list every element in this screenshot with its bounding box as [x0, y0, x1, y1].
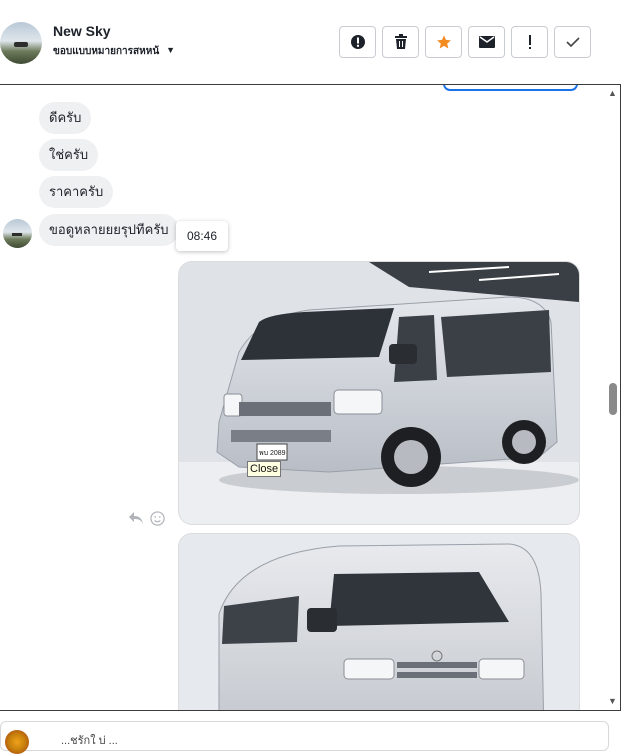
- trash-icon: [394, 34, 407, 49]
- van-photo: พบ 2089: [179, 262, 579, 524]
- mail-button[interactable]: [468, 26, 505, 58]
- contact-avatar[interactable]: [0, 22, 42, 64]
- previous-item-outline: [443, 85, 578, 91]
- message-bubble[interactable]: ขอดูหลายยยรุปทีครับ: [39, 214, 179, 246]
- van-photo: [179, 534, 579, 710]
- conversation-header: New Sky ขอบแบบหมายการสหหน้ ▼: [0, 0, 625, 84]
- conversation-toolbar: [339, 26, 592, 58]
- message-bubble[interactable]: ดีครับ: [39, 102, 92, 134]
- license-plate-text: พบ 2089: [259, 450, 286, 457]
- page-avatar: [5, 730, 29, 754]
- star-button[interactable]: [425, 26, 462, 58]
- contact-status-dropdown[interactable]: ขอบแบบหมายการสหหน้ ▼: [53, 44, 175, 59]
- contact-name[interactable]: New Sky: [53, 23, 111, 39]
- emoji-icon[interactable]: [150, 511, 165, 526]
- message-actions: [128, 511, 165, 526]
- alert-circle-icon: [350, 35, 365, 49]
- scrollbar-thumb[interactable]: [609, 383, 617, 415]
- alert-circle-button[interactable]: [339, 26, 376, 58]
- message-bubble[interactable]: ใช่ครับ: [39, 139, 99, 171]
- message-bubble[interactable]: ราคาครับ: [39, 176, 114, 208]
- close-tooltip: Close: [247, 461, 282, 477]
- image-attachment[interactable]: [178, 533, 580, 710]
- sender-avatar[interactable]: [3, 219, 32, 248]
- composer-text[interactable]: ...ชรักใ บ่ ...: [61, 731, 118, 749]
- reply-icon[interactable]: [128, 511, 144, 525]
- mail-icon: [478, 36, 495, 48]
- scroll-down-arrow-icon[interactable]: ▼: [608, 696, 617, 706]
- check-icon: [565, 37, 580, 48]
- message-composer[interactable]: ...ชรักใ บ่ ...: [0, 721, 609, 754]
- message-thread[interactable]: ดีครับ ใช่ครับ ราคาครับ ขอดูหลายยยรุปทีค…: [0, 84, 621, 711]
- contact-status-label: ขอบแบบหมายการสหหน้: [53, 46, 160, 57]
- star-icon: [436, 35, 451, 49]
- caret-down-icon: ▼: [166, 45, 176, 55]
- timestamp-tooltip: 08:46: [176, 221, 228, 251]
- exclamation-icon: [528, 35, 531, 49]
- mark-done-button[interactable]: [554, 26, 591, 58]
- delete-button[interactable]: [382, 26, 419, 58]
- mark-important-button[interactable]: [511, 26, 548, 58]
- image-attachment[interactable]: พบ 2089: [178, 261, 580, 525]
- scroll-up-arrow-icon[interactable]: ▲: [608, 88, 617, 98]
